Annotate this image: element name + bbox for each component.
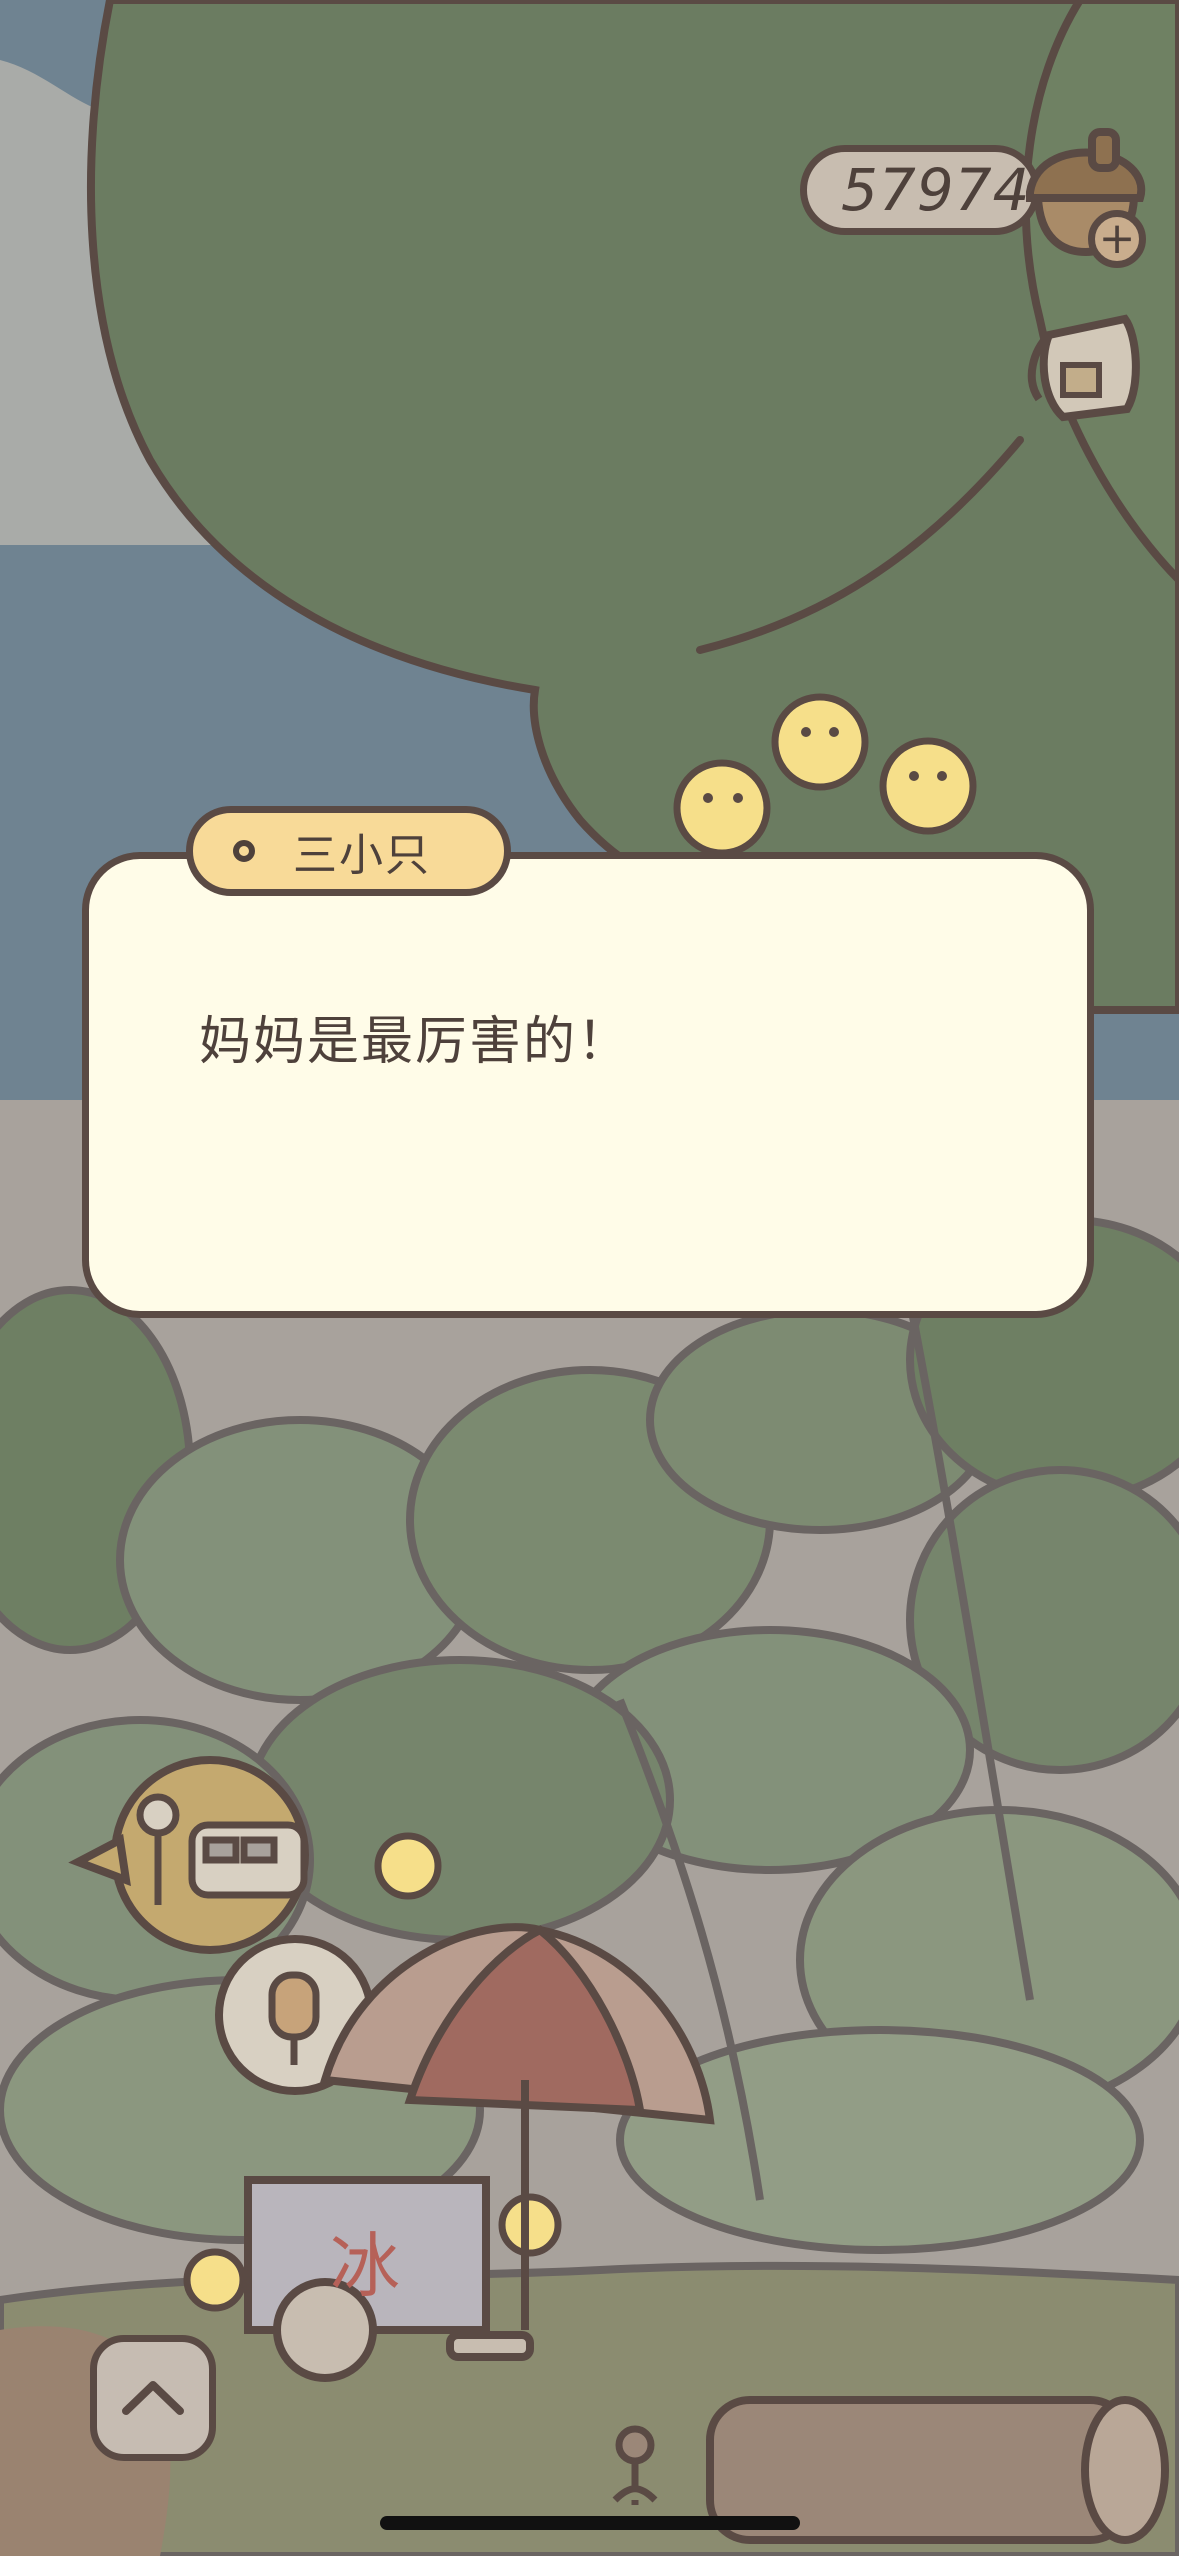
chevron-up-icon <box>122 2381 184 2415</box>
home-indicator[interactable] <box>380 2516 800 2530</box>
dialog-text: 妈妈是最厉害的！ <box>199 1012 632 1072</box>
cart-label: 冰 <box>330 2225 400 2307</box>
speaker-tab: 三小只 <box>186 806 511 896</box>
expand-up-button[interactable] <box>90 2335 216 2461</box>
speaker-dot-icon <box>233 840 255 862</box>
plus-icon: + <box>1098 213 1136 264</box>
acorn-count: 57974 <box>841 156 1031 224</box>
speaker-name: 三小只 <box>293 830 431 881</box>
dialog-box[interactable]: 妈妈是最厉害的！ <box>82 852 1094 1318</box>
acorn-counter[interactable]: 57974 <box>800 145 1040 235</box>
add-acorns-button[interactable]: + <box>1088 210 1146 268</box>
bag-icon[interactable] <box>1015 295 1155 435</box>
